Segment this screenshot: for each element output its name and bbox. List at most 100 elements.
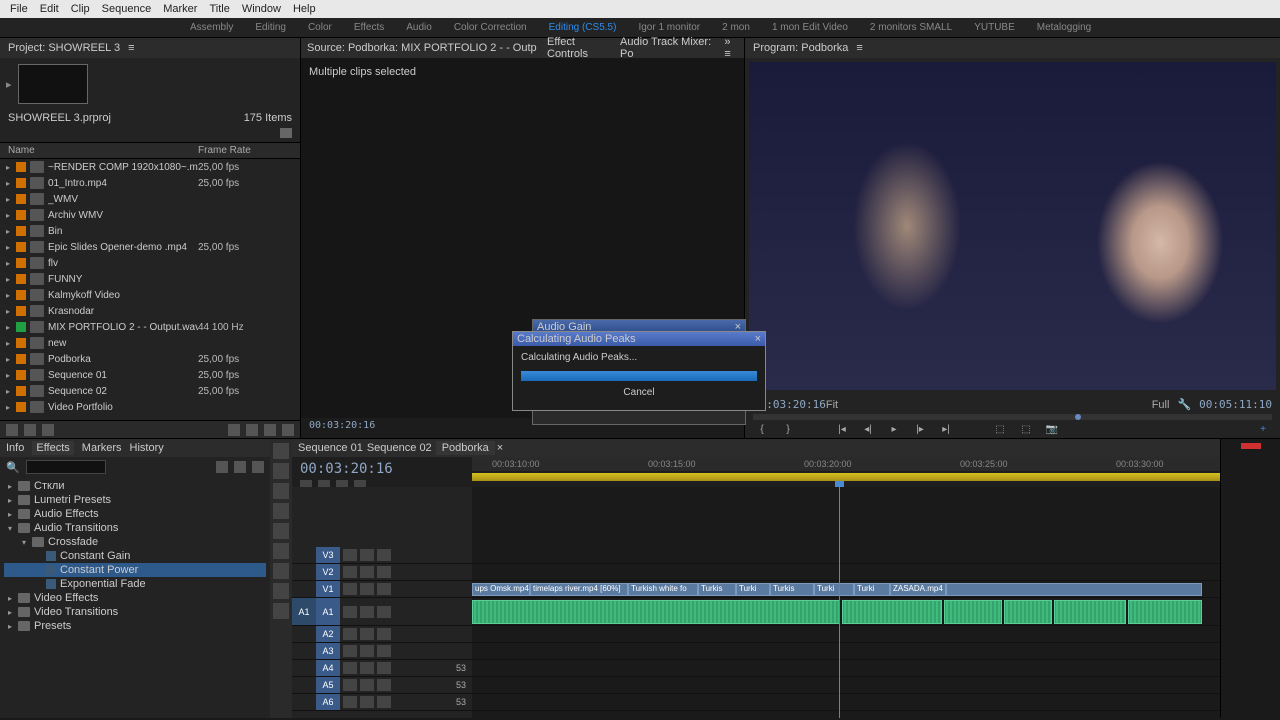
effect-folder[interactable]: ▸Сткли bbox=[4, 479, 266, 493]
bin-row[interactable]: ▸~RENDER COMP 1920x1080~.mp425,00 fps bbox=[0, 159, 300, 175]
pen-tool-icon[interactable] bbox=[273, 543, 289, 559]
cancel-button[interactable]: Cancel bbox=[513, 387, 765, 398]
effect-controls-tab[interactable]: Effect Controls bbox=[547, 36, 610, 60]
hand-tool-icon[interactable] bbox=[273, 563, 289, 579]
effect-folder[interactable]: ▾Audio Transitions bbox=[4, 521, 266, 535]
selection-tool-icon[interactable] bbox=[273, 443, 289, 459]
video-clip[interactable]: Turki bbox=[814, 583, 854, 596]
zoom-fit[interactable]: Fit bbox=[826, 399, 838, 411]
track-header[interactable]: A653 bbox=[292, 694, 472, 711]
effect-item[interactable]: Exponential Fade bbox=[4, 577, 266, 591]
new-item-icon[interactable] bbox=[228, 424, 240, 436]
folder-icon[interactable] bbox=[280, 128, 292, 138]
bin-row[interactable]: ▸_WMV bbox=[0, 191, 300, 207]
fx-badge-icon[interactable] bbox=[252, 461, 264, 473]
video-clip[interactable]: Turkish white fo bbox=[628, 583, 698, 596]
panel-tab[interactable]: Info bbox=[6, 442, 24, 454]
bin-row[interactable]: ▸01_Intro.mp425,00 fps bbox=[0, 175, 300, 191]
menu-help[interactable]: Help bbox=[287, 3, 322, 15]
time-ruler[interactable]: 00:03:10:0000:03:15:0000:03:20:0000:03:2… bbox=[472, 457, 1220, 471]
effect-folder[interactable]: ▸Video Effects bbox=[4, 591, 266, 605]
audio-clip[interactable] bbox=[944, 600, 1002, 624]
track-header[interactable]: A1A1 bbox=[292, 598, 472, 626]
bin-row[interactable]: ▸Sequence 0125,00 fps bbox=[0, 367, 300, 383]
video-clip[interactable]: ZASADA.mp4 bbox=[890, 583, 946, 596]
bin-row[interactable]: ▸new bbox=[0, 335, 300, 351]
lift-icon[interactable]: ⬚ bbox=[991, 424, 1009, 438]
panel-tab[interactable]: Markers bbox=[82, 442, 122, 454]
icon-view-icon[interactable] bbox=[24, 424, 36, 436]
workspace-tab[interactable]: 2 monitors SMALL bbox=[870, 22, 952, 33]
bin-row[interactable]: ▸Sequence 0225,00 fps bbox=[0, 383, 300, 399]
mark-in-icon[interactable]: { bbox=[753, 424, 771, 438]
track-header[interactable]: V2 bbox=[292, 564, 472, 581]
settings-icon[interactable]: 🔧 bbox=[1177, 398, 1191, 411]
effect-item[interactable]: Constant Gain bbox=[4, 549, 266, 563]
track-header[interactable]: A553 bbox=[292, 677, 472, 694]
goto-in-icon[interactable]: |◂ bbox=[833, 424, 851, 438]
close-tab-icon[interactable]: × bbox=[497, 442, 503, 454]
freeform-icon[interactable] bbox=[42, 424, 54, 436]
bin-row[interactable]: ▸FUNNY bbox=[0, 271, 300, 287]
video-clip[interactable]: Turkis bbox=[698, 583, 736, 596]
goto-out-icon[interactable]: ▸| bbox=[937, 424, 955, 438]
menu-file[interactable]: File bbox=[4, 3, 34, 15]
slip-tool-icon[interactable] bbox=[273, 523, 289, 539]
playback-quality[interactable]: Full bbox=[1152, 399, 1170, 411]
bin-row[interactable]: ▸Video Portfolio bbox=[0, 399, 300, 415]
sequence-tab[interactable]: Podborka bbox=[436, 441, 495, 455]
video-clip[interactable]: ups Omsk.mp4 bbox=[472, 583, 530, 596]
bin-list[interactable]: ▸~RENDER COMP 1920x1080~.mp425,00 fps▸01… bbox=[0, 159, 300, 420]
fx-badge-icon[interactable] bbox=[216, 461, 228, 473]
track-header[interactable]: V3 bbox=[292, 547, 472, 564]
workspace-tab[interactable]: 2 mon bbox=[722, 22, 750, 33]
track-header[interactable]: A3 bbox=[292, 643, 472, 660]
workspace-tab[interactable]: Assembly bbox=[190, 22, 233, 33]
type-tool-icon[interactable] bbox=[273, 603, 289, 619]
razor-tool-icon[interactable] bbox=[273, 503, 289, 519]
new-bin-icon[interactable] bbox=[246, 424, 258, 436]
step-back-icon[interactable]: ◂| bbox=[859, 424, 877, 438]
effects-search-input[interactable] bbox=[26, 460, 106, 474]
bin-row[interactable]: ▸MIX PORTFOLIO 2 - - Output.wav44 100 Hz bbox=[0, 319, 300, 335]
program-tab[interactable]: Program: Podborka≡ bbox=[745, 38, 1280, 58]
effect-item[interactable]: Constant Power bbox=[4, 563, 266, 577]
playhead[interactable] bbox=[839, 487, 840, 718]
workspace-tab[interactable]: Color Correction bbox=[454, 22, 527, 33]
effect-folder[interactable]: ▸Audio Effects bbox=[4, 507, 266, 521]
audio-clip[interactable] bbox=[842, 600, 942, 624]
effect-folder[interactable]: ▸Video Transitions bbox=[4, 605, 266, 619]
audio-clip[interactable] bbox=[1004, 600, 1052, 624]
menu-edit[interactable]: Edit bbox=[34, 3, 65, 15]
play-icon[interactable]: ▸ bbox=[6, 78, 12, 91]
panel-tab[interactable]: History bbox=[130, 442, 164, 454]
sequence-tab[interactable]: Sequence 01 bbox=[298, 442, 363, 454]
trash-icon[interactable] bbox=[282, 424, 294, 436]
effect-folder[interactable]: ▸Lumetri Presets bbox=[4, 493, 266, 507]
menu-clip[interactable]: Clip bbox=[65, 3, 96, 15]
bin-row[interactable]: ▸Bin bbox=[0, 223, 300, 239]
video-clip[interactable]: timelaps river.mp4 [60%] bbox=[530, 583, 628, 596]
bin-row[interactable]: ▸Krasnodar bbox=[0, 303, 300, 319]
menu-sequence[interactable]: Sequence bbox=[96, 3, 158, 15]
audio-clip[interactable] bbox=[1054, 600, 1126, 624]
effects-tree[interactable]: ▸Сткли▸Lumetri Presets▸Audio Effects▾Aud… bbox=[0, 477, 270, 635]
track-select-tool-icon[interactable] bbox=[273, 463, 289, 479]
video-clip[interactable]: Turkis bbox=[770, 583, 814, 596]
bin-row[interactable]: ▸Archiv WMV bbox=[0, 207, 300, 223]
workspace-tab[interactable]: Audio bbox=[406, 22, 432, 33]
step-fwd-icon[interactable]: |▸ bbox=[911, 424, 929, 438]
mark-out-icon[interactable]: } bbox=[779, 424, 797, 438]
find-icon[interactable] bbox=[264, 424, 276, 436]
workspace-tab[interactable]: Effects bbox=[354, 22, 384, 33]
bin-row[interactable]: ▸flv bbox=[0, 255, 300, 271]
menu-window[interactable]: Window bbox=[236, 3, 287, 15]
panel-tab[interactable]: Effects bbox=[32, 441, 73, 455]
workspace-tab[interactable]: Metalogging bbox=[1037, 22, 1091, 33]
extract-icon[interactable]: ⬚ bbox=[1017, 424, 1035, 438]
fx-badge-icon[interactable] bbox=[234, 461, 246, 473]
bin-row[interactable]: ▸Podborka25,00 fps bbox=[0, 351, 300, 367]
audio-clip[interactable] bbox=[472, 600, 840, 624]
workspace-tab[interactable]: YUTUBE bbox=[974, 22, 1015, 33]
ripple-tool-icon[interactable] bbox=[273, 483, 289, 499]
